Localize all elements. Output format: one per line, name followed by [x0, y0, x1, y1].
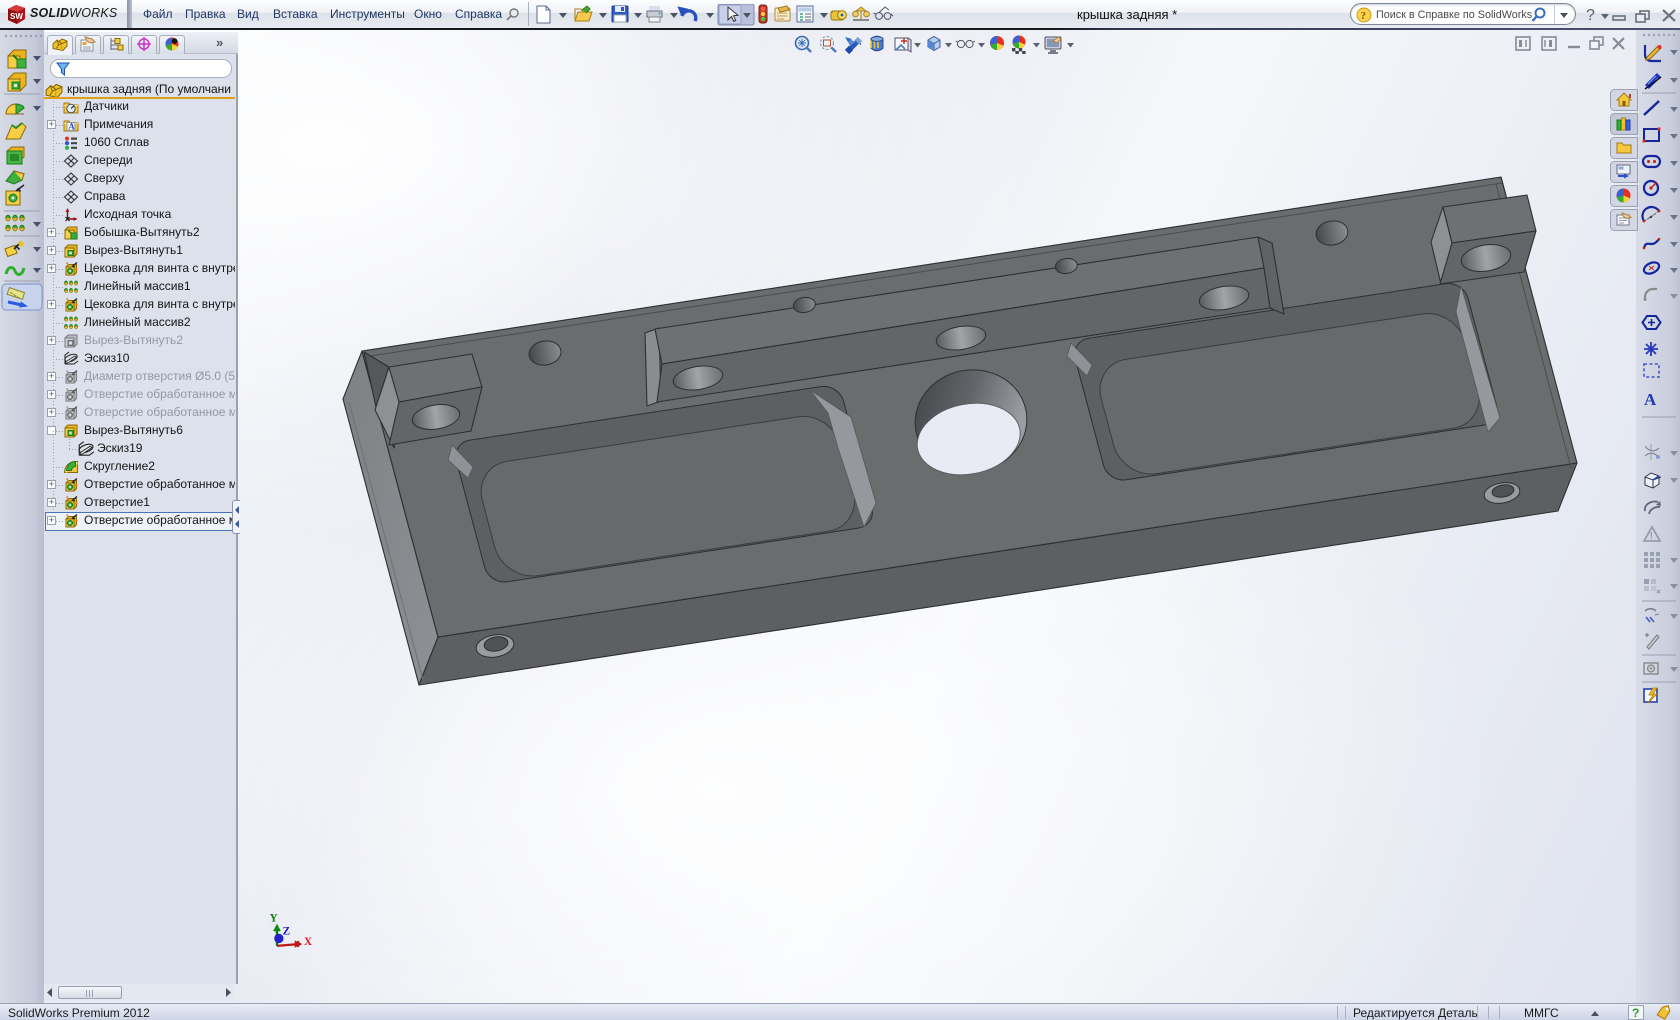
svg-text:!: ! [1650, 531, 1653, 542]
svg-text:A: A [1644, 390, 1657, 409]
svg-text:SW: SW [10, 12, 23, 21]
svg-text:?: ? [1361, 10, 1367, 22]
svg-text:Z: Z [283, 926, 290, 938]
svg-text:X: X [304, 936, 312, 948]
svg-text:Y: Y [270, 913, 278, 925]
svg-text:?: ? [1586, 7, 1595, 23]
